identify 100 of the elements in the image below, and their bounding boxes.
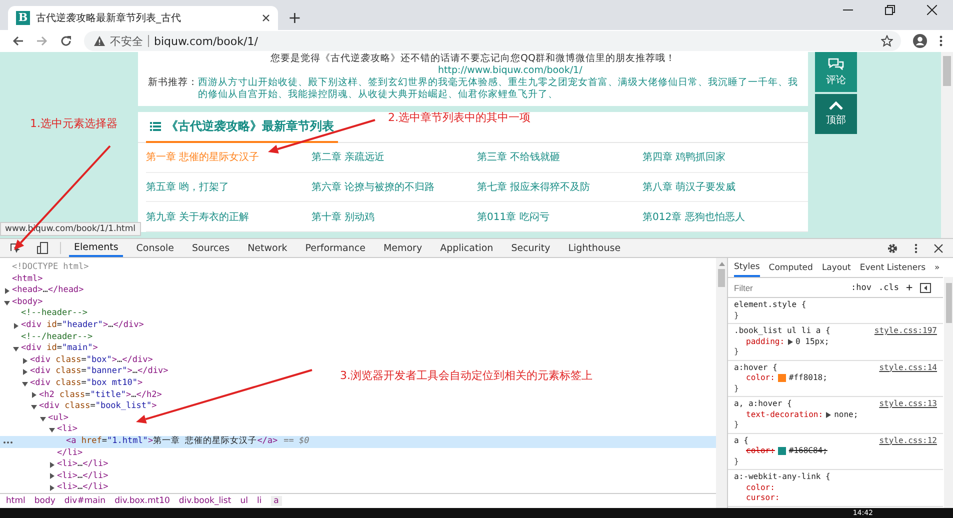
styles-tab[interactable]: Computed bbox=[768, 258, 813, 277]
breadcrumb[interactable]: div#main bbox=[64, 496, 106, 506]
expanded-triangle-icon[interactable] bbox=[13, 346, 19, 352]
expand-triangle-icon[interactable] bbox=[826, 412, 832, 418]
restore-icon[interactable] bbox=[885, 5, 895, 15]
devtools-tab[interactable]: Console bbox=[131, 240, 179, 256]
collapsed-triangle-icon[interactable] bbox=[49, 462, 55, 468]
recommend-links[interactable]: 西游从方寸山开始收徒、殿下别这样、签到玄幻世界的我毫无体验感、重生九零之团宠女首富、满级大佬修仙日常、我沉睡了一千年、我的修仙从自宫开始、我能操控阴魂、从收徒大典开始崛起、仙君你家鲤鱼飞升了、 bbox=[198, 77, 798, 101]
color-swatch[interactable] bbox=[778, 374, 786, 382]
reload-icon[interactable] bbox=[60, 35, 72, 47]
dom-node[interactable]: <h2 class="title">…</h2> bbox=[39, 390, 162, 402]
chapter-link[interactable]: 第八章 萌汉子要发威 bbox=[642, 172, 808, 202]
dom-node[interactable]: <div class="box mt10"> bbox=[30, 378, 143, 390]
source-link[interactable]: style.css:13 bbox=[879, 399, 937, 410]
new-rule-button[interactable]: + bbox=[906, 281, 913, 294]
collapsed-triangle-icon[interactable] bbox=[13, 322, 19, 329]
dom-node[interactable]: <div class="book_list"> bbox=[39, 401, 157, 413]
expanded-triangle-icon[interactable] bbox=[4, 300, 10, 306]
source-link[interactable]: style.css:14 bbox=[879, 362, 937, 373]
styles-tab[interactable]: Layout bbox=[822, 258, 851, 277]
devtools-tab[interactable]: Memory bbox=[378, 240, 428, 256]
dom-node[interactable]: <a href="1.html">第一章 悲催的星际女汉子</a> bbox=[66, 436, 278, 448]
class-toggle-button[interactable]: .cls bbox=[878, 282, 899, 292]
close-icon[interactable] bbox=[927, 5, 937, 15]
back-to-top-button[interactable]: 顶部 bbox=[815, 94, 857, 134]
devtools-tab[interactable]: Performance bbox=[300, 240, 370, 256]
address-field[interactable]: 不安全 biquw.com/book/1/ bbox=[84, 31, 901, 51]
collapsed-triangle-icon[interactable] bbox=[22, 369, 28, 376]
chapter-link[interactable]: 第012章 恶狗也怕恶人 bbox=[642, 202, 808, 232]
breadcrumb[interactable]: body bbox=[34, 496, 56, 506]
breadcrumb[interactable]: li bbox=[256, 496, 262, 506]
close-icon[interactable] bbox=[934, 244, 943, 252]
comment-button[interactable]: 评论 bbox=[815, 52, 857, 92]
dom-node[interactable]: <li> bbox=[57, 424, 78, 436]
scroll-thumb[interactable] bbox=[943, 56, 951, 86]
browser-tab[interactable]: B 古代逆袭攻略最新章节列表_古代 bbox=[8, 6, 278, 30]
breadcrumb[interactable]: div.box.mt10 bbox=[114, 496, 170, 506]
page-link[interactable]: http://www.biquw.com/book/1/ bbox=[148, 65, 798, 77]
devtools-tab[interactable]: Elements bbox=[69, 240, 124, 256]
dom-node[interactable]: <head>…</head> bbox=[12, 285, 84, 297]
new-tab-button[interactable]: + bbox=[288, 10, 302, 26]
collapsed-triangle-icon[interactable] bbox=[4, 288, 10, 294]
chapter-link[interactable]: 第五章 哟，打架了 bbox=[146, 172, 312, 202]
chapter-link[interactable]: 第七章 报应来得猝不及防 bbox=[477, 172, 642, 202]
breadcrumb[interactable]: a bbox=[270, 496, 282, 506]
hover-state-button[interactable]: :hov bbox=[851, 282, 872, 292]
scrollbar[interactable] bbox=[716, 258, 728, 508]
dom-node[interactable]: <body> bbox=[12, 296, 43, 308]
devtools-tab[interactable]: Sources bbox=[187, 240, 235, 256]
dom-node[interactable]: <div class="box">…</div> bbox=[30, 354, 153, 366]
more-vertical-icon[interactable] bbox=[939, 35, 943, 47]
sidebar-toggle-icon[interactable] bbox=[920, 282, 931, 292]
expand-triangle-icon[interactable] bbox=[788, 338, 793, 345]
source-link[interactable]: style.css:197 bbox=[874, 326, 937, 336]
html-comment[interactable]: <!--/header--> bbox=[21, 332, 93, 344]
dom-node[interactable]: <li>…</li> bbox=[57, 459, 108, 471]
styles-tab[interactable]: Styles bbox=[734, 258, 760, 277]
collapsed-triangle-icon[interactable] bbox=[49, 485, 55, 492]
back-arrow-icon[interactable] bbox=[12, 35, 24, 47]
dom-node[interactable]: <div id="header">…</div> bbox=[21, 320, 144, 332]
expanded-triangle-icon[interactable] bbox=[49, 427, 55, 434]
more-tabs-button[interactable]: » bbox=[934, 258, 940, 277]
doctype-text[interactable]: <!DOCTYPE html> bbox=[12, 262, 89, 274]
close-icon[interactable] bbox=[262, 14, 270, 22]
dom-node[interactable]: <ul> bbox=[48, 412, 68, 424]
chapter-link[interactable]: 第九章 关于寿衣的正解 bbox=[146, 202, 312, 232]
scroll-thumb[interactable] bbox=[946, 283, 952, 323]
breadcrumb[interactable]: div.book_list bbox=[178, 496, 232, 506]
more-dots-icon[interactable] bbox=[3, 440, 13, 444]
dom-node[interactable]: <div id="main"> bbox=[21, 343, 98, 355]
device-toolbar-icon[interactable] bbox=[37, 242, 48, 254]
breadcrumb[interactable]: ul bbox=[240, 496, 248, 506]
chapter-link[interactable]: 第二章 亲疏远近 bbox=[312, 143, 477, 173]
devtools-tab[interactable]: Security bbox=[506, 240, 556, 256]
expanded-triangle-icon[interactable] bbox=[31, 404, 37, 410]
devtools-tab[interactable]: Network bbox=[242, 240, 292, 256]
dom-node[interactable]: <li>…</li> bbox=[57, 482, 108, 493]
devtools-tab[interactable]: Application bbox=[435, 240, 498, 256]
closing-tag[interactable]: </li> bbox=[57, 448, 83, 460]
dom-node[interactable]: <div class="banner">…</div> bbox=[30, 366, 168, 378]
collapsed-triangle-icon[interactable] bbox=[31, 392, 37, 398]
chapter-link[interactable]: 第十章 别动鸡 bbox=[312, 202, 477, 232]
breadcrumb[interactable]: html bbox=[6, 496, 26, 506]
expanded-triangle-icon[interactable] bbox=[40, 416, 46, 422]
color-swatch[interactable] bbox=[778, 447, 786, 456]
scrollbar[interactable] bbox=[941, 52, 953, 238]
dom-node[interactable]: <li>…</li> bbox=[57, 470, 108, 482]
scrollbar[interactable] bbox=[944, 277, 953, 508]
scroll-thumb[interactable] bbox=[718, 269, 725, 287]
chapter-link[interactable]: 第四章 鸡鸭抓回家 bbox=[642, 143, 808, 173]
source-link[interactable]: style.css:12 bbox=[879, 436, 937, 446]
styles-tab[interactable]: Event Listeners bbox=[860, 258, 926, 277]
chapter-link[interactable]: 第六章 论撩与被撩的不归路 bbox=[312, 172, 477, 202]
chapter-link[interactable]: 第三章 不给钱就砸 bbox=[477, 143, 642, 173]
html-comment[interactable]: <!--header--> bbox=[21, 308, 88, 320]
account-icon[interactable] bbox=[913, 34, 927, 48]
collapsed-triangle-icon[interactable] bbox=[49, 473, 55, 480]
more-vertical-icon[interactable] bbox=[914, 242, 918, 254]
chapter-link[interactable]: 第011章 吃闷亏 bbox=[477, 202, 642, 232]
star-icon[interactable] bbox=[881, 35, 893, 47]
